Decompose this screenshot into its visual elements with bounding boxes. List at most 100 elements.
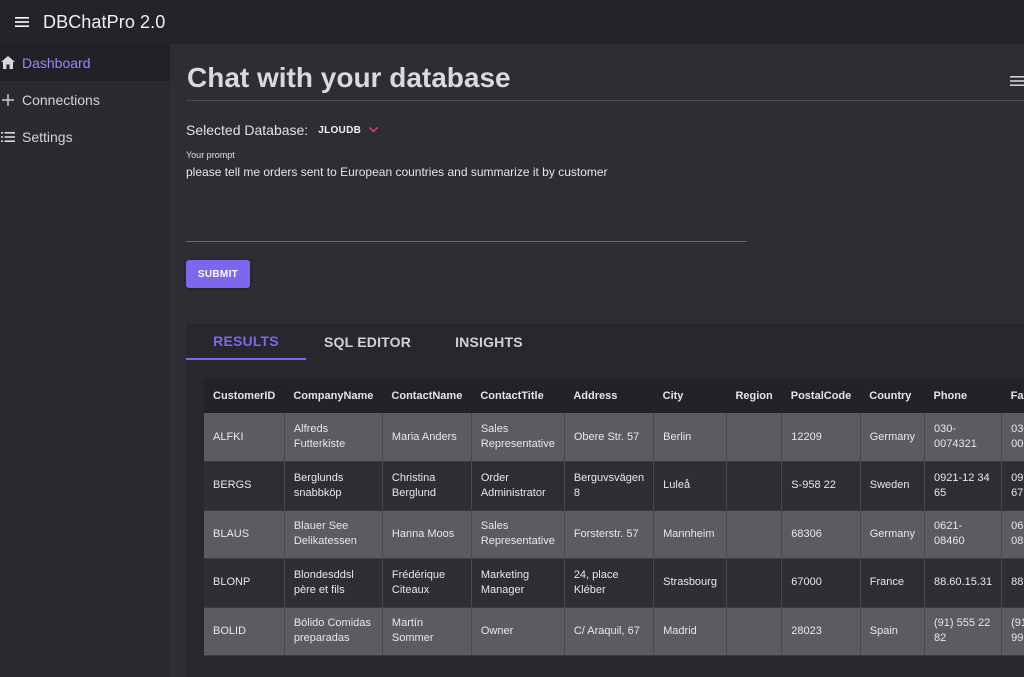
table-cell: Order Administrator (471, 461, 565, 511)
table-cell: BOLID (204, 607, 285, 656)
table-cell: (91) 555 91 99 (1001, 607, 1024, 656)
selected-database-label: Selected Database: (186, 122, 309, 138)
table-cell: 030-0076545 (1001, 413, 1024, 462)
table-cell (726, 558, 783, 608)
table-cell: ALFKI (204, 413, 285, 462)
table-cell: Germany (860, 510, 926, 559)
sidebar-item-dashboard[interactable]: Dashboard (0, 44, 170, 81)
table-cell: Berglunds snabbköp (284, 461, 383, 511)
tab-results[interactable]: RESULTS (186, 324, 306, 360)
table-cell: Blauer See Delikatessen (284, 510, 383, 559)
table-row[interactable]: BLAUS Blauer See Delikatessen Hanna Moos… (204, 510, 1024, 559)
table-cell: 88.60.15.31 (924, 558, 1003, 608)
column-header[interactable]: Region (726, 378, 782, 413)
table-cell: France (860, 558, 926, 608)
app-bar: DBChatPro 2.0 (0, 0, 1024, 44)
sidebar-item-settings[interactable]: Settings (0, 118, 170, 155)
table-cell: Berguvsvägen 8 (564, 461, 655, 511)
column-header[interactable]: Fax (1001, 378, 1024, 413)
table-cell (726, 510, 783, 559)
table-cell: Blondesddsl père et fils (284, 558, 383, 608)
table-row[interactable]: BOLID Bólido Comidas preparadas Martín S… (204, 607, 1024, 656)
table-header-row: CustomerID CompanyName ContactName Conta… (204, 378, 1024, 413)
prompt-input[interactable]: please tell me orders sent to European c… (186, 165, 747, 242)
table-cell: 0921-12 34 65 (924, 461, 1003, 511)
table-cell: Spain (860, 607, 926, 656)
title-divider (186, 100, 1024, 101)
table-cell: Sweden (860, 461, 926, 511)
column-header[interactable]: Phone (924, 378, 1002, 413)
results-table: CustomerID CompanyName ContactName Conta… (204, 378, 1024, 656)
selected-database-value[interactable]: JLOUDB (318, 125, 361, 136)
table-cell: 0621-08460 (924, 510, 1003, 559)
table-cell: 24, place Kléber (564, 558, 655, 608)
database-selector: Selected Database: JLOUDB (186, 122, 379, 138)
table-cell: 0921-12 34 67 (1001, 461, 1024, 511)
home-icon (0, 56, 22, 69)
page-title: Chat with your database (187, 62, 511, 93)
sidebar-item-label: Settings (22, 128, 73, 145)
table-cell: 12209 (781, 413, 861, 462)
table-cell: Martín Sommer (382, 607, 472, 656)
table-cell: Alfreds Futterkiste (284, 413, 383, 462)
chevron-down-icon[interactable] (369, 124, 379, 136)
tab-insights[interactable]: INSIGHTS (411, 324, 523, 360)
table-cell: Bólido Comidas preparadas (284, 607, 383, 656)
table-cell: Madrid (653, 607, 727, 656)
main-content: Chat with your database Selected Databas… (170, 44, 1024, 677)
table-row[interactable]: ALFKI Alfreds Futterkiste Maria Anders S… (204, 413, 1024, 462)
tab-sql-editor[interactable]: SQL EDITOR (306, 324, 411, 360)
column-header[interactable]: City (653, 378, 727, 413)
column-header[interactable]: ContactTitle (471, 378, 565, 413)
table-cell: Mannheim (653, 510, 727, 559)
table-cell: 28023 (781, 607, 861, 656)
table-cell: Sales Representative (471, 413, 565, 462)
table-row[interactable]: BERGS Berglunds snabbköp Christina Bergl… (204, 461, 1024, 511)
table-cell: BLAUS (204, 510, 285, 559)
sidebar: Dashboard Connections Settings (0, 44, 170, 677)
results-tabs: RESULTS SQL EDITOR INSIGHTS (186, 324, 1024, 360)
sidebar-item-label: Connections (22, 91, 100, 108)
table-cell: Forsterstr. 57 (564, 510, 655, 559)
menu-icon[interactable] (6, 6, 38, 38)
table-cell (726, 607, 783, 656)
table-cell (726, 413, 783, 462)
table-cell: C/ Araquil, 67 (564, 607, 655, 656)
table-cell: Marketing Manager (471, 558, 565, 608)
sidebar-item-label: Dashboard (22, 54, 91, 71)
table-cell: 030-0074321 (924, 413, 1003, 462)
list-icon (0, 131, 22, 142)
table-cell: 0621-08924 (1001, 510, 1024, 559)
sidebar-item-connections[interactable]: Connections (0, 81, 170, 118)
column-header[interactable]: Country (860, 378, 925, 413)
column-header[interactable]: Address (564, 378, 654, 413)
plus-icon (0, 93, 22, 106)
table-cell: Christina Berglund (382, 461, 472, 511)
column-header[interactable]: CustomerID (204, 378, 285, 413)
table-cell: Hanna Moos (382, 510, 472, 559)
table-cell: Obere Str. 57 (564, 413, 655, 462)
app-title: DBChatPro 2.0 (43, 11, 166, 32)
table-cell: S-958 22 (781, 461, 861, 511)
table-cell: (91) 555 22 82 (924, 607, 1003, 656)
table-cell: 67000 (781, 558, 861, 608)
table-cell: Owner (471, 607, 565, 656)
table-cell: 68306 (781, 510, 861, 559)
table-cell: Maria Anders (382, 413, 472, 462)
table-cell: Germany (860, 413, 926, 462)
table-cell: 88.60.15.32 (1001, 558, 1024, 608)
table-cell: BLONP (204, 558, 285, 608)
results-panel: CustomerID CompanyName ContactName Conta… (186, 360, 1024, 677)
column-header[interactable]: CompanyName (284, 378, 383, 413)
table-cell (726, 461, 783, 511)
table-cell: Luleå (653, 461, 727, 511)
column-header[interactable]: PostalCode (781, 378, 861, 413)
table-row[interactable]: BLONP Blondesddsl père et fils Frédériqu… (204, 558, 1024, 608)
overflow-menu-icon[interactable] (1010, 74, 1024, 92)
prompt-label: Your prompt (186, 150, 235, 160)
submit-button[interactable]: SUBMIT (186, 260, 250, 288)
table-cell: BERGS (204, 461, 285, 511)
table-cell: Frédérique Citeaux (382, 558, 472, 608)
table-cell: Berlin (653, 413, 727, 462)
column-header[interactable]: ContactName (382, 378, 472, 413)
